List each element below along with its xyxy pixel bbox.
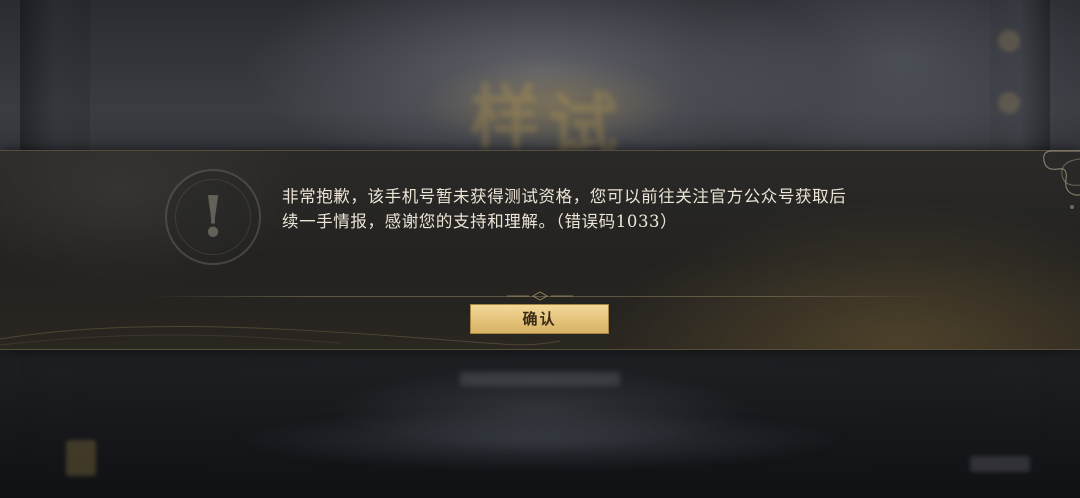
background-side-button-icon	[998, 30, 1020, 52]
corner-ornament-icon	[1043, 150, 1080, 209]
background-corner-icon-left	[66, 440, 96, 476]
divider-ornament-icon	[507, 291, 573, 301]
background-start-button-blurred	[460, 372, 620, 386]
background-title-glyph: 样	[470, 76, 540, 159]
error-dialog: ! 非常抱歉，该手机号暂未获得测试资格，您可以前往关注官方公众号获取后续一手情报…	[0, 150, 1080, 350]
background-lower-glow	[230, 410, 850, 470]
exclamation-icon: !	[200, 184, 226, 250]
dialog-message: 非常抱歉，该手机号暂未获得测试资格，您可以前往关注官方公众号获取后续一手情报，感…	[282, 187, 847, 231]
alert-emblem: !	[165, 169, 261, 265]
background-corner-icon-right	[970, 456, 1030, 472]
confirm-button[interactable]: 确认	[470, 304, 609, 334]
game-background: 样 试 ! 非常抱歉，该手机号暂未获得测试资格，您可以前往关注官方公众号获取后续…	[0, 0, 1080, 498]
background-side-button-icon	[998, 92, 1020, 114]
